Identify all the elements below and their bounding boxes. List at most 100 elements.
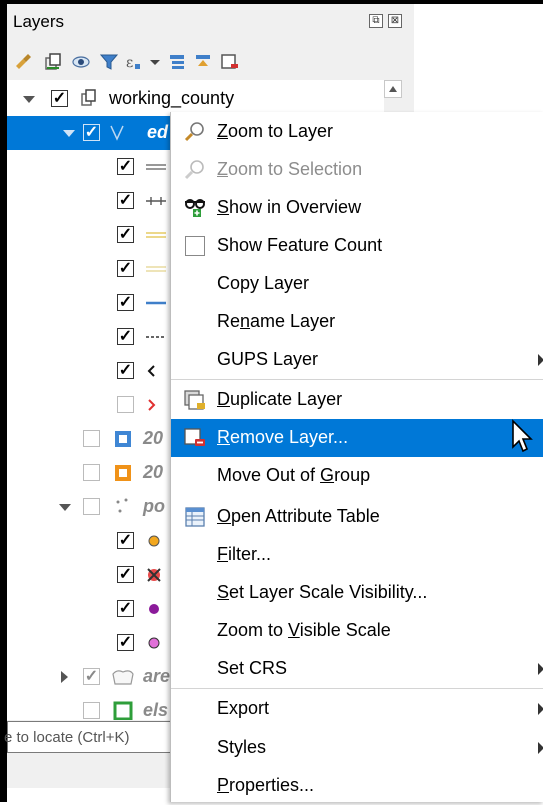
line-symbol-icon <box>148 399 156 411</box>
symbol-checkbox[interactable]: ✓ <box>117 600 134 617</box>
locate-search-placeholder: e to locate (Ctrl+K) <box>4 729 130 746</box>
collapse-all-icon[interactable] <box>193 52 213 72</box>
menu-styles[interactable]: Styles <box>171 729 543 767</box>
menu-zoom-to-selection[interactable]: Zoom to Selection <box>171 151 543 189</box>
symbol-checkbox[interactable]: ✓ <box>117 260 134 277</box>
add-group-icon[interactable] <box>43 52 63 72</box>
menu-filter[interactable]: Filter... <box>171 536 543 574</box>
expand-arrow-icon[interactable] <box>59 504 71 511</box>
layer-label: els <box>143 700 169 720</box>
menu-open-attribute-table[interactable]: Open Attribute Table <box>171 498 543 536</box>
expand-arrow-icon[interactable] <box>23 96 35 103</box>
float-panel-button[interactable]: ⧉ <box>369 14 383 28</box>
point-layer-icon <box>116 498 128 513</box>
symbol-checkbox[interactable]: ✓ <box>117 566 134 583</box>
dropdown-arrow-icon[interactable] <box>145 52 165 72</box>
manage-visibility-icon[interactable] <box>71 52 91 72</box>
submenu-arrow-icon <box>538 742 543 754</box>
feature-count-checkbox[interactable] <box>185 236 205 256</box>
line-layer-icon <box>110 125 124 141</box>
submenu-arrow-icon <box>538 663 543 675</box>
polygon-symbol-icon <box>115 431 131 447</box>
polygon-symbol-icon <box>115 465 131 481</box>
point-symbol-icon <box>147 568 161 582</box>
tree-row-group[interactable]: ✓ working_county <box>7 82 402 116</box>
group-label: working_county <box>109 88 235 108</box>
filter-by-expression-icon[interactable]: ε <box>125 52 145 72</box>
layer-checkbox[interactable] <box>83 464 100 481</box>
menu-show-in-overview[interactable]: Show in Overview <box>171 189 543 227</box>
menu-copy-layer[interactable]: Copy Layer <box>171 265 543 303</box>
filter-legend-icon[interactable] <box>99 52 119 72</box>
menu-separator <box>171 688 543 689</box>
layer-checkbox[interactable]: ✓ <box>51 90 68 107</box>
duplicate-layer-icon <box>184 390 205 410</box>
symbol-checkbox[interactable]: ✓ <box>117 362 134 379</box>
layer-label: 20 <box>143 462 164 482</box>
menu-gups-layer[interactable]: GUPS Layer <box>171 341 543 379</box>
symbol-checkbox[interactable]: ✓ <box>117 634 134 651</box>
layer-checkbox[interactable] <box>83 702 100 719</box>
svg-text:ε: ε <box>126 55 133 71</box>
layers-panel-header: Layers ⧉ ⊠ <box>7 4 414 42</box>
symbol-checkbox[interactable]: ✓ <box>117 328 134 345</box>
layer-checkbox[interactable] <box>83 498 100 515</box>
menu-set-layer-scale-visibility[interactable]: Set Layer Scale Visibility... <box>171 574 543 612</box>
layer-label: po <box>143 496 165 516</box>
collapse-arrow-icon[interactable] <box>61 671 68 683</box>
expand-all-icon[interactable] <box>167 52 187 72</box>
menu-remove-layer[interactable]: Remove Layer... <box>171 419 543 457</box>
menu-show-feature-count[interactable]: Show Feature Count <box>171 227 543 265</box>
point-symbol-icon <box>149 604 159 614</box>
scroll-up-button[interactable] <box>384 80 402 98</box>
layer-checkbox[interactable] <box>83 430 100 447</box>
mouse-cursor-icon <box>512 419 533 453</box>
attribute-table-icon <box>185 507 205 527</box>
point-symbol-icon <box>148 637 160 649</box>
zoom-icon <box>184 122 204 142</box>
menu-separator <box>171 379 543 380</box>
submenu-arrow-icon <box>538 354 543 366</box>
submenu-arrow-icon <box>538 703 543 715</box>
overview-glasses-icon <box>185 199 205 217</box>
style-brush-icon[interactable] <box>13 52 33 72</box>
selected-layer-label: ed <box>147 122 169 142</box>
locate-search-input[interactable]: e to locate (Ctrl+K) <box>4 721 187 753</box>
group-icon <box>81 89 96 106</box>
menu-zoom-to-layer[interactable]: Zoom to Layer <box>171 113 543 151</box>
symbol-checkbox[interactable]: ✓ <box>117 532 134 549</box>
expand-arrow-icon[interactable] <box>63 130 75 137</box>
layer-label: 20 <box>143 428 164 448</box>
symbol-checkbox[interactable] <box>117 396 134 413</box>
symbol-checkbox[interactable]: ✓ <box>117 192 134 209</box>
remove-layer-icon <box>184 428 205 446</box>
menu-duplicate-layer[interactable]: Duplicate Layer <box>171 381 543 419</box>
symbol-checkbox[interactable]: ✓ <box>117 294 134 311</box>
line-symbol-icon <box>146 301 166 305</box>
line-symbol-icon <box>146 232 166 238</box>
layers-toolbar: ε <box>11 46 331 76</box>
menu-zoom-to-visible-scale[interactable]: Zoom to Visible Scale <box>171 612 543 650</box>
layer-checkbox[interactable]: ✓ <box>83 124 100 141</box>
layer-context-menu: Zoom to Layer Zoom to Selection Show in … <box>170 112 543 802</box>
point-symbol-icon <box>148 535 160 547</box>
symbol-checkbox[interactable]: ✓ <box>117 226 134 243</box>
close-panel-button[interactable]: ⊠ <box>388 14 402 28</box>
menu-properties[interactable]: Properties... <box>171 767 543 805</box>
zoom-selection-icon <box>184 160 204 180</box>
symbol-checkbox[interactable]: ✓ <box>117 158 134 175</box>
menu-export[interactable]: Export <box>171 690 543 728</box>
window-frame-left <box>0 0 7 802</box>
menu-set-crs[interactable]: Set CRS <box>171 650 543 688</box>
line-symbol-icon <box>146 164 166 170</box>
layer-checkbox[interactable]: ✓ <box>83 668 100 685</box>
polygon-symbol-icon <box>113 701 133 720</box>
menu-move-out-of-group[interactable]: Move Out of Group <box>171 457 543 495</box>
layers-panel-title: Layers <box>13 12 65 31</box>
menu-rename-layer[interactable]: Rename Layer <box>171 303 543 341</box>
line-symbol-icon <box>147 365 155 377</box>
remove-layer-icon[interactable] <box>219 52 239 72</box>
polygon-layer-icon <box>112 670 134 685</box>
line-symbol-icon <box>146 197 166 205</box>
layer-label: are <box>143 666 171 686</box>
